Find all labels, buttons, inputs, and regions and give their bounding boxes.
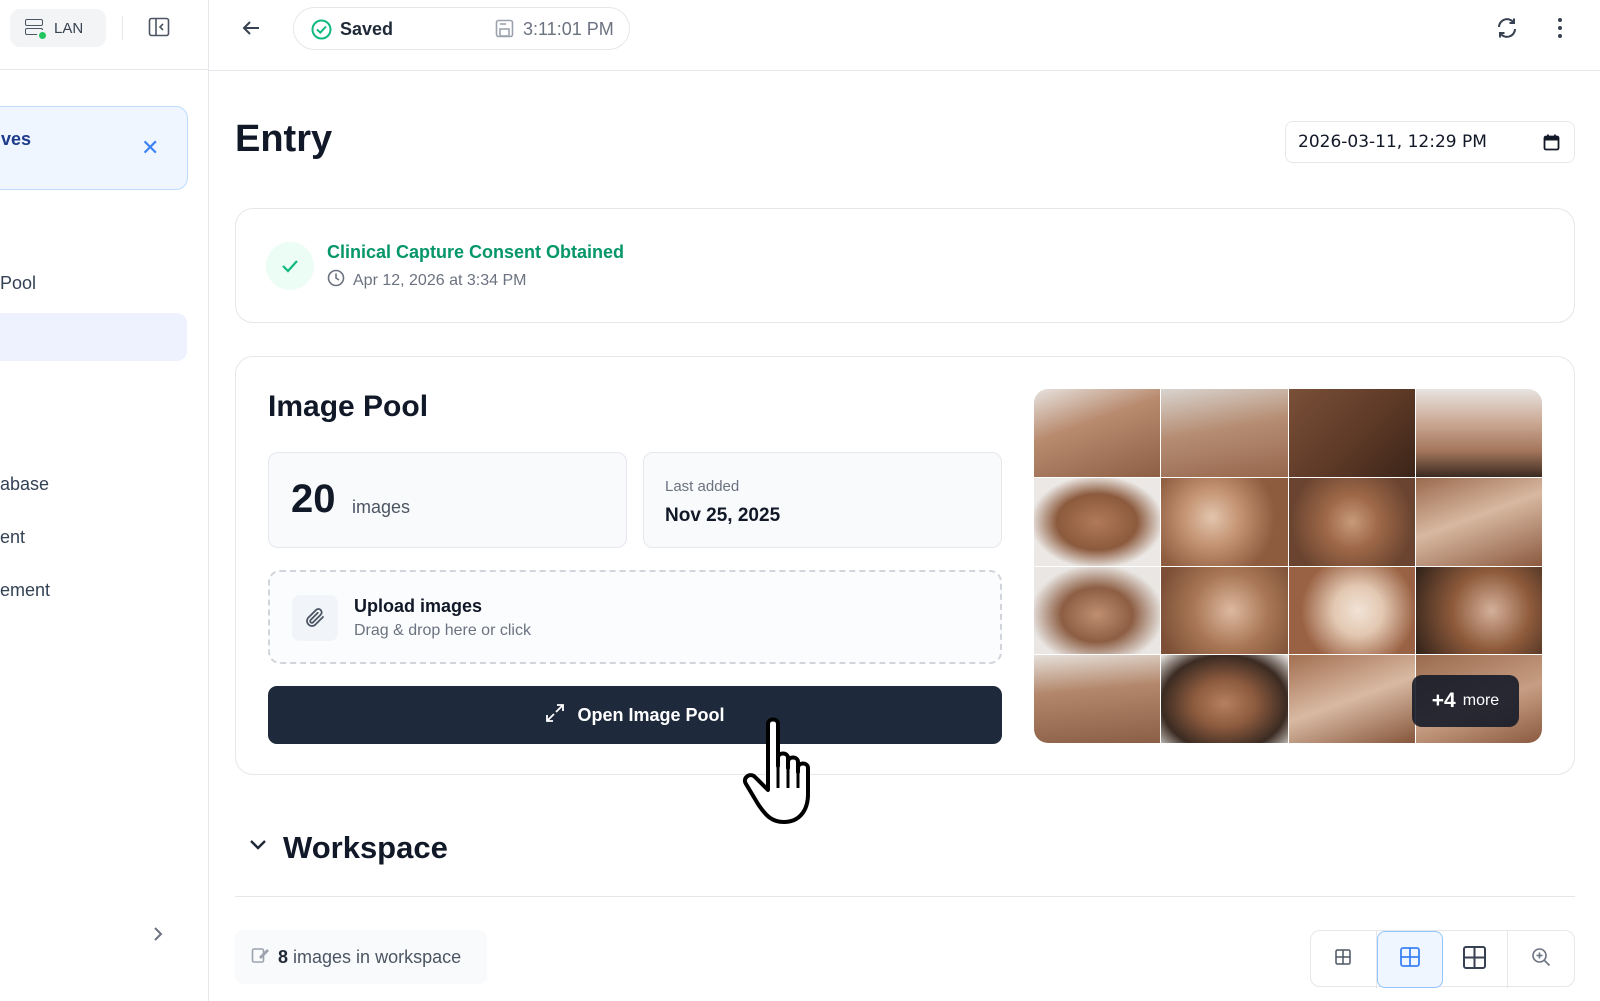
calendar-icon[interactable] — [1543, 134, 1560, 156]
workspace-count-label: images in workspace — [293, 946, 462, 967]
save-disk-icon — [495, 19, 514, 43]
workspace-title[interactable]: Workspace — [283, 830, 448, 866]
network-label: LAN — [54, 19, 84, 37]
last-added-stat: Last added Nov 25, 2025 — [643, 452, 1002, 548]
sidebar-item-pool[interactable]: Pool — [0, 273, 36, 294]
top-bar: Saved 3:11:01 PM — [209, 0, 1600, 71]
upload-title: Upload images — [354, 596, 483, 616]
image-thumbnail[interactable] — [1288, 389, 1415, 477]
hand-pointer-cursor-icon — [742, 716, 832, 833]
page-title: Entry — [235, 118, 333, 160]
image-pool-card: Image Pool 20 images Last added Nov 25, … — [235, 356, 1575, 775]
more-images-label: more — [1462, 692, 1500, 709]
datetime-value: 2026-03-11, 12:29 PM — [1298, 132, 1487, 152]
server-icon — [24, 18, 48, 41]
image-thumbnail[interactable] — [1415, 477, 1542, 566]
image-count-stat: 20 images — [268, 452, 627, 548]
image-count-unit: images — [352, 497, 411, 517]
small-grid-icon — [1335, 949, 1352, 970]
open-image-pool-label: Open Image Pool — [577, 704, 725, 725]
clock-icon — [327, 269, 345, 292]
image-thumbnail[interactable] — [1034, 477, 1161, 566]
check-circle-icon — [311, 19, 332, 45]
last-added-label: Last added — [665, 478, 740, 495]
save-status-label: Saved — [340, 19, 394, 39]
expand-icon — [545, 703, 565, 728]
sidebar-item-database[interactable]: abase — [0, 474, 49, 495]
consent-check-icon — [266, 242, 314, 290]
image-count: 20 — [291, 477, 336, 521]
image-thumbnail[interactable] — [1161, 477, 1288, 566]
medium-grid-view-button[interactable] — [1376, 931, 1443, 988]
consent-card: Clinical Capture Consent Obtained Apr 12… — [235, 208, 1575, 323]
chevron-down-icon[interactable] — [249, 838, 267, 857]
medium-grid-icon — [1399, 947, 1420, 972]
zoom-in-icon — [1531, 947, 1551, 972]
consent-timestamp-row: Apr 12, 2026 at 3:34 PM — [327, 269, 526, 292]
sidebar-notice: ves ✕ — [0, 106, 188, 190]
image-thumbnail[interactable] — [1161, 566, 1288, 655]
more-options-icon[interactable] — [1556, 17, 1564, 44]
datetime-input[interactable]: 2026-03-11, 12:29 PM — [1285, 121, 1575, 163]
save-time: 3:11:01 PM — [523, 19, 614, 39]
sidebar: LAN ves ✕ Pool abase ent ement — [0, 0, 209, 1001]
close-icon[interactable]: ✕ — [141, 137, 159, 159]
image-thumbnail[interactable] — [1415, 566, 1542, 655]
small-grid-view-button[interactable] — [1311, 931, 1377, 988]
workspace-image-count: 8 — [278, 946, 289, 967]
save-status-pill: Saved 3:11:01 PM — [293, 7, 630, 50]
image-thumbnail[interactable] — [1415, 389, 1542, 477]
collapse-sidebar-icon[interactable] — [148, 17, 172, 39]
image-thumbnail[interactable] — [1034, 566, 1161, 655]
zoom-button[interactable] — [1508, 931, 1574, 988]
image-thumbnail[interactable] — [1288, 655, 1415, 743]
large-grid-view-button[interactable] — [1443, 931, 1509, 988]
image-thumbnail[interactable] — [1288, 477, 1415, 566]
last-added-value: Nov 25, 2025 — [665, 505, 781, 526]
image-thumbnail[interactable] — [1034, 655, 1161, 743]
paperclip-icon — [292, 595, 338, 641]
workspace-count: 8 images in workspace — [235, 930, 487, 984]
sidebar-item-ent[interactable]: ent — [0, 527, 25, 548]
sidebar-header-divider — [0, 69, 209, 70]
sidebar-item-management[interactable]: ement — [0, 580, 50, 601]
network-status-pill[interactable]: LAN — [10, 9, 106, 47]
consent-timestamp: Apr 12, 2026 at 3:34 PM — [353, 271, 527, 289]
more-images-badge[interactable]: +4 more — [1412, 675, 1519, 727]
refresh-icon[interactable] — [1495, 16, 1519, 45]
notice-text: ves — [1, 129, 32, 149]
consent-title: Clinical Capture Consent Obtained — [327, 242, 625, 262]
image-thumbnail[interactable] — [1161, 655, 1288, 743]
back-arrow-icon[interactable] — [239, 16, 263, 40]
upload-dropzone[interactable]: Upload images Drag & drop here or click — [268, 570, 1002, 664]
image-thumbnail[interactable] — [1288, 566, 1415, 655]
divider — [122, 16, 123, 40]
sidebar-item-active[interactable] — [0, 313, 187, 361]
open-image-pool-button[interactable]: Open Image Pool — [268, 686, 1002, 744]
image-thumbnail[interactable] — [1161, 389, 1288, 477]
edit-list-icon — [251, 946, 269, 969]
image-pool-title: Image Pool — [268, 390, 429, 423]
large-grid-icon — [1463, 945, 1487, 974]
view-size-toggle — [1310, 930, 1575, 988]
chevron-right-icon[interactable] — [152, 926, 164, 947]
image-thumbnail[interactable] — [1034, 389, 1161, 477]
more-images-count: +4 — [1431, 689, 1456, 712]
workspace-divider — [235, 896, 1575, 897]
upload-hint: Drag & drop here or click — [354, 622, 531, 639]
